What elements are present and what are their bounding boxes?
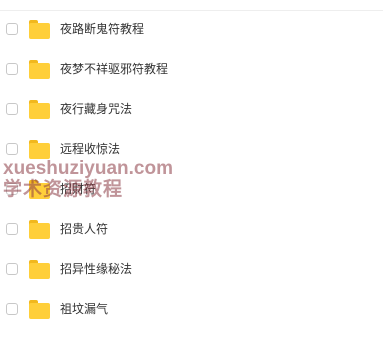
list-item[interactable]: 招贵人符 — [0, 210, 383, 250]
file-name[interactable]: 招财符 — [60, 182, 96, 197]
list-item[interactable]: 远程收惊法 — [0, 130, 383, 170]
folder-icon — [29, 260, 50, 279]
checkbox[interactable] — [6, 263, 18, 275]
checkbox[interactable] — [6, 103, 18, 115]
file-name[interactable]: 招异性缘秘法 — [60, 262, 132, 277]
list-item[interactable]: 招财符 — [0, 170, 383, 210]
folder-icon — [29, 180, 50, 199]
file-name[interactable]: 夜梦不祥驱邪符教程 — [60, 62, 168, 77]
folder-icon — [29, 140, 50, 159]
list-item[interactable]: 招异性缘秘法 — [0, 250, 383, 290]
list-item[interactable]: 夜行藏身咒法 — [0, 90, 383, 130]
list-item[interactable]: 夜梦不祥驱邪符教程 — [0, 50, 383, 90]
file-list: 夜路断鬼符教程 夜梦不祥驱邪符教程 夜行藏身咒法 远程收惊法 招财符 招贵人符 … — [0, 10, 383, 330]
checkbox[interactable] — [6, 143, 18, 155]
file-name[interactable]: 招贵人符 — [60, 222, 108, 237]
checkbox[interactable] — [6, 183, 18, 195]
folder-icon — [29, 20, 50, 39]
list-item[interactable]: 祖坟漏气 — [0, 290, 383, 330]
checkbox[interactable] — [6, 63, 18, 75]
list-item[interactable]: 夜路断鬼符教程 — [0, 10, 383, 50]
file-name[interactable]: 夜行藏身咒法 — [60, 102, 132, 117]
file-name[interactable]: 祖坟漏气 — [60, 302, 108, 317]
folder-icon — [29, 220, 50, 239]
checkbox[interactable] — [6, 23, 18, 35]
checkbox[interactable] — [6, 223, 18, 235]
file-name[interactable]: 远程收惊法 — [60, 142, 120, 157]
folder-icon — [29, 100, 50, 119]
checkbox[interactable] — [6, 303, 18, 315]
folder-icon — [29, 300, 50, 319]
folder-icon — [29, 60, 50, 79]
file-name[interactable]: 夜路断鬼符教程 — [60, 22, 144, 37]
